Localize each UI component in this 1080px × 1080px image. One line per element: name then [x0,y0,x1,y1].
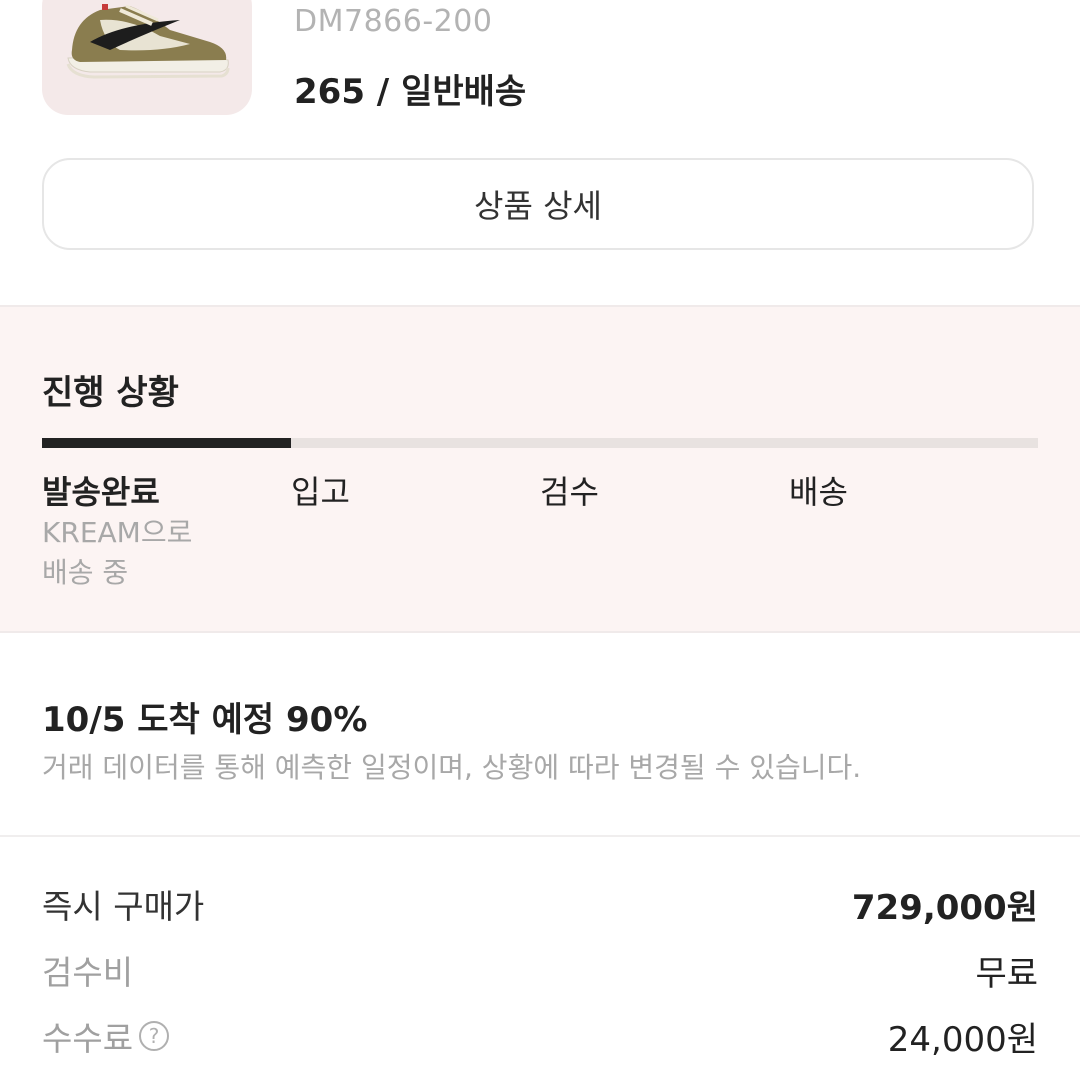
step-received: 입고 [291,473,350,511]
inspection-fee-value: 무료 [975,954,1038,994]
arrival-estimate-note: 거래 데이터를 통해 예측한 일정이며, 상황에 따라 변경될 수 있습니다. [42,751,862,784]
product-summary: DM7866-200 265 / 일반배송 [0,0,1080,135]
order-detail-page: DM7866-200 265 / 일반배송 상품 상세 진행 상황 발송완료 입… [0,0,1080,1080]
fee-label: 수수료 [42,1019,134,1058]
size-shipping-option: 265 / 일반배송 [294,72,527,112]
step-delivery: 배송 [789,473,848,511]
progress-title: 진행 상황 [42,373,179,413]
active-step-description-line1: KREAM으로 [42,516,193,549]
active-step-description-line2: 배송 중 [42,556,129,589]
product-detail-button[interactable]: 상품 상세 [42,158,1034,250]
price-row-buy-now: 즉시 구매가 729,000원 [42,880,1038,930]
step-inspection: 검수 [540,473,599,511]
progress-section: 진행 상황 발송완료 입고 검수 배송 KREAM으로 배송 중 [0,305,1080,633]
question-circle-icon[interactable]: ? [139,1021,170,1051]
fee-label-group: 수수료 ? [42,1012,170,1060]
product-thumbnail[interactable] [42,0,252,115]
progress-track-fill [42,438,291,448]
price-row-fee: 수수료 ? 24,000원 [42,1012,1038,1062]
step-shipped: 발송완료 [42,473,160,511]
buy-now-label: 즉시 구매가 [42,887,205,926]
fee-value: 24,000원 [887,1020,1038,1060]
buy-now-value: 729,000원 [851,888,1038,928]
progress-track [42,438,1038,448]
arrival-estimate-title: 10/5 도착 예정 90% [42,700,368,740]
active-step-description: KREAM으로 배송 중 [42,513,242,593]
inspection-fee-label: 검수비 [42,953,134,992]
section-divider [0,835,1080,837]
price-row-inspection: 검수비 무료 [42,946,1038,996]
model-number: DM7866-200 [294,4,493,39]
sneaker-image [66,4,230,79]
